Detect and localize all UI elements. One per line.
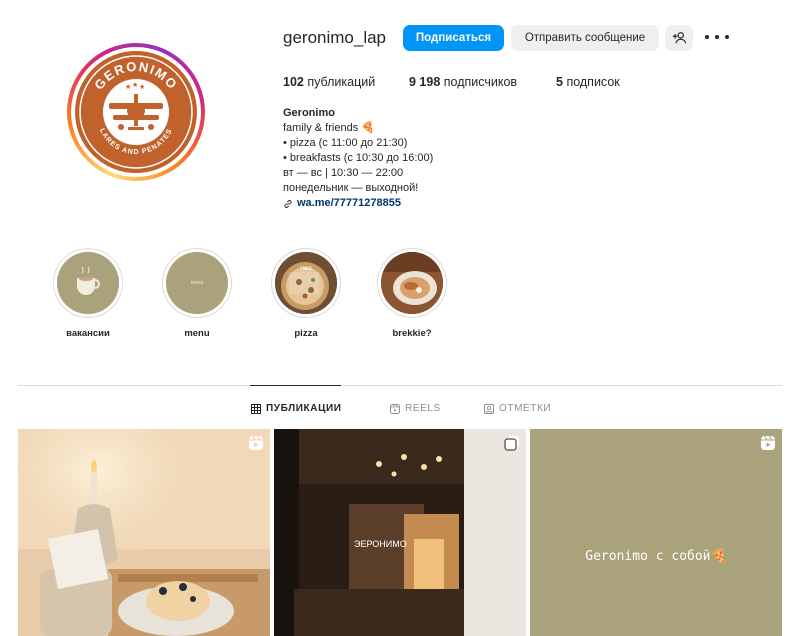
- followers-count: 9 198: [409, 75, 441, 89]
- tab-posts[interactable]: ПУБЛИКАЦИИ: [251, 403, 342, 414]
- tabs-divider: [18, 385, 782, 386]
- follow-button[interactable]: Подписаться: [403, 25, 504, 51]
- link-icon: [284, 199, 292, 208]
- tab-label: ОТМЕТКИ: [499, 403, 552, 414]
- highlight-brekkie[interactable]: brekkie?: [377, 248, 447, 339]
- followers-stat[interactable]: 9 198 подписчиков: [409, 75, 517, 89]
- more-options-icon[interactable]: [705, 31, 729, 43]
- bio-line: • breakfasts (с 10:30 до 16:00): [283, 152, 434, 164]
- highlight-inner-text: НАШ: [300, 266, 312, 272]
- highlight-label: pizza: [294, 328, 318, 339]
- highlight-inner-text: menu: [190, 280, 204, 286]
- following-label: подписок: [566, 75, 620, 89]
- reels-icon: [390, 403, 400, 414]
- following-count: 5: [556, 75, 563, 89]
- svg-text:★: ★: [132, 81, 138, 89]
- post-tile[interactable]: Geronimo с собой🍕: [530, 429, 782, 636]
- grid-icon: [251, 403, 261, 414]
- svg-text:ЭЕРОНИМО: ЭЕРОНИМО: [354, 539, 407, 549]
- bio-name: Geronimo: [283, 107, 335, 119]
- add-person-icon: [672, 32, 686, 44]
- post-tile[interactable]: [18, 429, 270, 636]
- tab-tagged[interactable]: ОТМЕТКИ: [484, 403, 551, 414]
- candle-breakfast-photo: [18, 429, 270, 636]
- highlight-label: вакансии: [66, 328, 110, 339]
- bio-line: • pizza (с 11:00 до 21:30): [283, 137, 408, 149]
- reels-icon: [249, 435, 263, 450]
- tab-label: REELS: [405, 403, 441, 414]
- geronimo-logo: GERONIMO LARES AND PENATES ★ ★ ★: [75, 51, 197, 173]
- bio-line: вт — вс | 10:30 — 22:00: [283, 167, 404, 179]
- following-stat[interactable]: 5 подписок: [556, 75, 620, 89]
- svg-text:★: ★: [125, 83, 131, 91]
- reels-icon: [761, 435, 775, 450]
- restaurant-interior-photo: ЭЕРОНИМО: [274, 429, 526, 636]
- carousel-icon: [504, 436, 519, 451]
- posts-count-stat: 102 публикаций: [283, 75, 375, 89]
- tab-label: ПУБЛИКАЦИИ: [266, 403, 342, 414]
- bio-link-text: wa.me/77771278855: [297, 197, 401, 209]
- highlight-label: brekkie?: [392, 328, 432, 339]
- posts-count: 102: [283, 75, 304, 89]
- highlight-pizza[interactable]: НАШ pizza: [271, 248, 341, 339]
- bio-line: family & friends 🍕: [283, 122, 375, 134]
- active-tab-indicator: [250, 385, 341, 386]
- bio-line: понедельник — выходной!: [283, 182, 419, 194]
- send-message-button[interactable]: Отправить сообщение: [511, 25, 659, 51]
- profile-username: geronimo_lap: [283, 28, 387, 47]
- svg-text:★: ★: [139, 83, 145, 91]
- profile-bio: Geronimo family & friends 🍕 • pizza (с 1…: [283, 106, 433, 211]
- highlight-vacancies[interactable]: вакансии: [53, 248, 123, 339]
- post-tile[interactable]: ЭЕРОНИМО: [274, 429, 526, 636]
- pizza-photo: [275, 252, 337, 314]
- tab-reels[interactable]: REELS: [390, 403, 441, 414]
- posts-label: публикаций: [307, 75, 376, 89]
- highlight-menu[interactable]: menu menu: [162, 248, 232, 339]
- tagged-icon: [484, 403, 494, 414]
- followers-label: подписчиков: [443, 75, 518, 89]
- coffee-cup-icon: [57, 252, 119, 314]
- bio-link[interactable]: wa.me/77771278855: [283, 196, 433, 211]
- highlight-label: menu: [184, 328, 210, 339]
- suggest-users-button[interactable]: [665, 25, 693, 51]
- profile-avatar[interactable]: GERONIMO LARES AND PENATES ★ ★ ★: [67, 43, 205, 181]
- breakfast-photo: [381, 252, 443, 314]
- post-caption: Geronimo с собой🍕: [585, 549, 727, 564]
